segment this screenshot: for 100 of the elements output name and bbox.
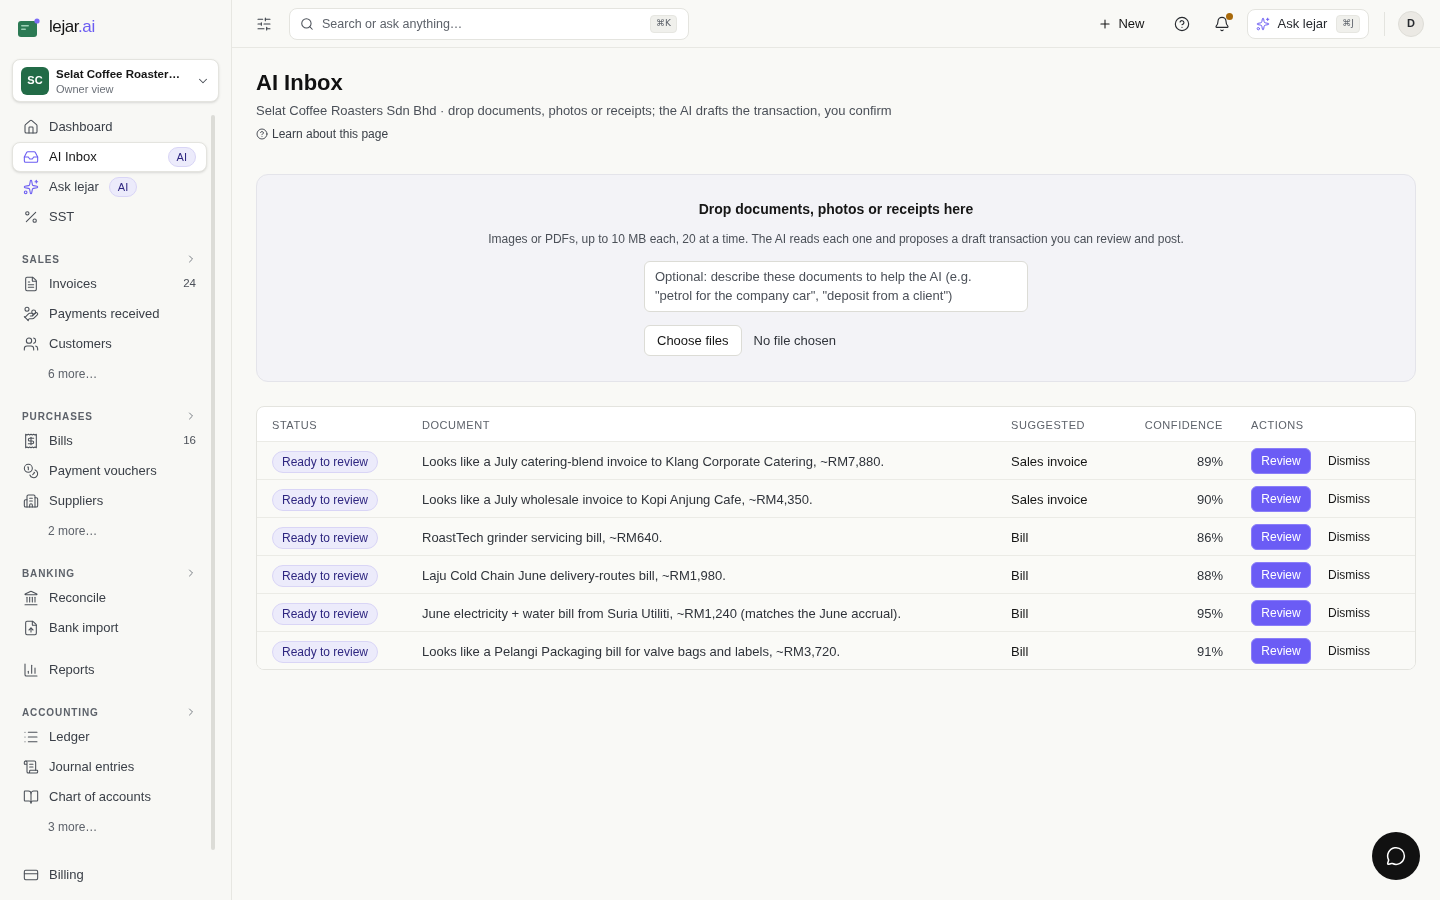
suggested-type-cell: Bill	[1011, 567, 1029, 583]
document-cell: Looks like a July catering-blend invoice to Klang Corporate Catering, ~RM7,880.	[422, 453, 885, 469]
status-badge: Ready to review	[272, 602, 379, 625]
sparkles-icon	[1256, 16, 1271, 31]
suggested-type-cell: Bill	[1011, 643, 1029, 659]
count-label: 24	[183, 276, 196, 292]
review-button[interactable]: Review	[1251, 599, 1311, 626]
workspace-avatar: SC	[21, 66, 49, 95]
new-button[interactable]: New	[1090, 7, 1153, 40]
nav-item[interactable]: Bills 16	[12, 426, 207, 456]
section-heading: SALES	[22, 252, 60, 267]
nav-item[interactable]: Suppliers	[12, 486, 207, 516]
nav-item[interactable]: Ask lejar AI	[12, 172, 207, 202]
confidence-cell: 89%	[1196, 453, 1223, 469]
building-icon	[23, 493, 39, 509]
drop-zone[interactable]	[256, 174, 1416, 382]
file-status-text: No file chosen	[753, 331, 836, 350]
dismiss-button[interactable]: Dismiss	[1328, 637, 1370, 664]
confidence-cell: 95%	[1196, 605, 1223, 621]
user-avatar[interactable]: D	[1398, 10, 1424, 37]
credit-card-icon	[23, 867, 39, 883]
count-label: 16	[183, 433, 196, 449]
nav-item[interactable]: AI Inbox AI	[12, 142, 207, 172]
nav-item[interactable]: Bank import	[12, 613, 207, 643]
help-icon	[256, 128, 268, 140]
document-cell: Laju Cold Chain June delivery-routes bill, ~RM1,980.	[422, 567, 726, 583]
page-title: AI Inbox	[256, 69, 344, 97]
search-icon	[300, 16, 314, 31]
workspace-switcher[interactable]: SC Selat Coffee Roaster… Owner view	[12, 59, 219, 102]
users-icon	[23, 336, 39, 352]
review-button[interactable]: Review	[1251, 447, 1311, 474]
dismiss-button[interactable]: Dismiss	[1328, 485, 1370, 512]
ai-badge: AI	[108, 177, 138, 197]
nav-item[interactable]: Invoices 24	[12, 269, 207, 299]
document-cell: RoastTech grinder servicing bill, ~RM640.	[422, 529, 663, 545]
document-cell: Looks like a July wholesale invoice to Kopi Anjung Cafe, ~RM4,350.	[422, 491, 813, 507]
sliders-icon	[256, 15, 272, 32]
description-field[interactable]: Optional: describe these documents to help the AI (e.g. "petrol for the company car", "deposit from a client")	[644, 261, 1028, 312]
drop-zone-description: Images or PDFs, up to 10 MB each, 20 at a time. The AI reads each one and proposes a draft transaction you can review and post.	[488, 231, 1184, 248]
confidence-cell: 90%	[1196, 491, 1223, 507]
nav-item[interactable]: Chart of accounts	[12, 782, 207, 812]
more-link[interactable]: 3 more…	[48, 818, 98, 836]
sidebar-toggle-button[interactable]	[256, 15, 272, 32]
ask-button[interactable]: Ask lejar ⌘J	[1247, 8, 1369, 39]
section-heading: ACCOUNTING	[22, 705, 99, 720]
nav-item[interactable]: Dashboard	[12, 112, 207, 142]
house-icon	[23, 119, 39, 135]
plus-icon	[1098, 16, 1113, 31]
receipt-icon	[23, 433, 39, 449]
confidence-cell: 86%	[1196, 529, 1223, 545]
confidence-cell: 88%	[1196, 567, 1223, 583]
nav-item[interactable]: Billing	[12, 860, 207, 890]
dismiss-button[interactable]: Dismiss	[1328, 561, 1370, 588]
workspace-role: Owner view	[56, 81, 114, 96]
nav-item[interactable]: Reports	[12, 655, 207, 685]
document-cell: June electricity + water bill from Suria Utiliti, ~RM1,240 (matches the June accrual).	[422, 605, 902, 621]
column-header: DOCUMENT	[422, 419, 490, 431]
help-button[interactable]	[1174, 15, 1191, 32]
bell-icon	[1214, 15, 1231, 32]
chat-button[interactable]	[1372, 832, 1420, 880]
nav-item[interactable]: Customers	[12, 329, 207, 359]
nav-item[interactable]: Payment vouchers	[12, 456, 207, 486]
file-upload-icon	[23, 620, 39, 636]
review-button[interactable]: Review	[1251, 561, 1311, 588]
page-subtitle: Selat Coffee Roasters Sdn Bhd · drop documents, photos or receipts; the AI drafts the transaction, you confirm	[256, 102, 893, 120]
ai-badge: AI	[167, 147, 196, 167]
confidence-cell: 91%	[1196, 643, 1223, 659]
status-badge: Ready to review	[272, 640, 379, 663]
list-icon	[23, 729, 39, 745]
percent-icon	[23, 209, 39, 225]
column-header: ACTIONS	[1251, 419, 1304, 431]
dismiss-button[interactable]: Dismiss	[1328, 599, 1370, 626]
suggested-type-cell: Bill	[1011, 529, 1029, 545]
shortcut-key: ⌘J	[1336, 14, 1360, 33]
drop-zone-title: Drop documents, photos or receipts here	[698, 200, 974, 219]
nav-item[interactable]: SST	[12, 202, 207, 232]
learn-link[interactable]: Learn about this page	[256, 125, 389, 143]
document-icon	[23, 276, 39, 292]
nav-item[interactable]: Journal entries	[12, 752, 207, 782]
logo-icon	[18, 17, 40, 37]
more-link[interactable]: 2 more…	[48, 522, 98, 540]
more-link[interactable]: 6 more…	[48, 365, 98, 383]
section-heading: BANKING	[22, 566, 75, 581]
suggested-type-cell: Bill	[1011, 605, 1029, 621]
notifications-button[interactable]	[1214, 15, 1231, 32]
review-button[interactable]: Review	[1251, 523, 1311, 550]
bank-icon	[23, 590, 39, 606]
coins-icon	[23, 463, 39, 479]
status-badge: Ready to review	[272, 488, 379, 511]
nav-item[interactable]: Reconcile	[12, 583, 207, 613]
nav-item[interactable]: Ledger	[12, 722, 207, 752]
inbox-icon	[23, 149, 39, 165]
choose-files-button[interactable]: Choose files	[644, 325, 742, 356]
dismiss-button[interactable]: Dismiss	[1328, 447, 1370, 474]
review-button[interactable]: Review	[1251, 485, 1311, 512]
review-button[interactable]: Review	[1251, 637, 1311, 664]
sparkles-icon	[23, 179, 39, 195]
nav-item[interactable]: Payments received	[12, 299, 207, 329]
dismiss-button[interactable]: Dismiss	[1328, 523, 1370, 550]
help-icon	[1174, 15, 1191, 32]
